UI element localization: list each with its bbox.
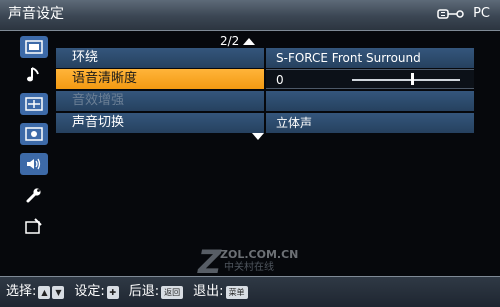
enter-key-icon: ✚ — [106, 285, 119, 299]
watermark-url: ZOL.COM.CN — [220, 248, 299, 261]
input-source-label: PC — [473, 6, 490, 21]
category-sidebar — [14, 34, 54, 244]
down-key-icon: ▼ — [52, 285, 65, 299]
help-exit-label: 退出: — [193, 284, 224, 299]
row-value — [266, 91, 474, 111]
setup-icon[interactable] — [20, 215, 48, 237]
row-label: 环绕 — [56, 48, 264, 68]
help-set: 设定: ✚ — [74, 284, 119, 300]
picture-icon[interactable] — [20, 36, 48, 58]
help-exit: 退出: 菜单 — [193, 284, 248, 300]
screen-adjust-icon[interactable] — [20, 93, 48, 115]
watermark-cn: 中关村在线 — [224, 262, 274, 273]
scroll-down-arrow-icon[interactable] — [252, 133, 264, 140]
row-label: 声音切换 — [56, 113, 264, 133]
row-value: S-FORCE Front Surround — [266, 48, 474, 68]
wrench-icon[interactable] — [20, 184, 48, 206]
help-set-label: 设定: — [74, 284, 105, 299]
features-icon[interactable] — [20, 123, 48, 145]
up-key-icon: ▲ — [38, 285, 51, 299]
watermark-logo-icon: Z — [198, 243, 222, 281]
title-bar: 声音设定 PC — [0, 0, 500, 31]
return-key-icon: 返回 — [161, 285, 184, 299]
tv-osd-screen: 声音设定 PC 2/2 环绕 S-FORCE Front Surround 语音… — [0, 0, 500, 307]
slider-track[interactable] — [352, 79, 460, 81]
scroll-up-arrow-icon[interactable] — [243, 37, 256, 45]
help-back-label: 后退: — [128, 284, 160, 299]
row-value: 立体声 — [266, 113, 474, 133]
slider-value: 0 — [276, 73, 284, 87]
music-note-icon[interactable] — [20, 64, 48, 86]
row-label: 音效增强 — [56, 91, 264, 111]
help-select: 选择: ▲ ▼ — [6, 284, 65, 300]
watermark: Z ZOL.COM.CN 中关村在线 — [198, 246, 328, 278]
help-back: 后退: 返回 — [128, 284, 184, 300]
row-value-slider[interactable]: 0 — [266, 69, 474, 89]
menu-row-sound-enhancer: 音效增强 — [56, 91, 474, 111]
help-bar: 选择: ▲ ▼ 设定: ✚ 后退: 返回 退出: 菜单 — [0, 276, 500, 307]
menu-key-icon: 菜单 — [225, 285, 248, 299]
menu-row-surround[interactable]: 环绕 S-FORCE Front Surround — [56, 48, 474, 68]
row-label: 语音清晰度 — [56, 69, 264, 89]
input-source-indicator: PC — [437, 6, 490, 22]
menu-title: 声音设定 — [8, 6, 64, 22]
page-number: 2/2 — [220, 34, 240, 48]
menu-row-sound-switch[interactable]: 声音切换 立体声 — [56, 113, 474, 133]
speaker-icon[interactable] — [20, 153, 48, 175]
page-indicator: 2/2 — [220, 34, 256, 48]
slider-thumb[interactable] — [411, 73, 415, 85]
help-select-label: 选择: — [6, 284, 37, 299]
input-plug-icon — [437, 7, 467, 21]
menu-row-voice-clarity[interactable]: 语音清晰度 0 — [56, 69, 474, 89]
